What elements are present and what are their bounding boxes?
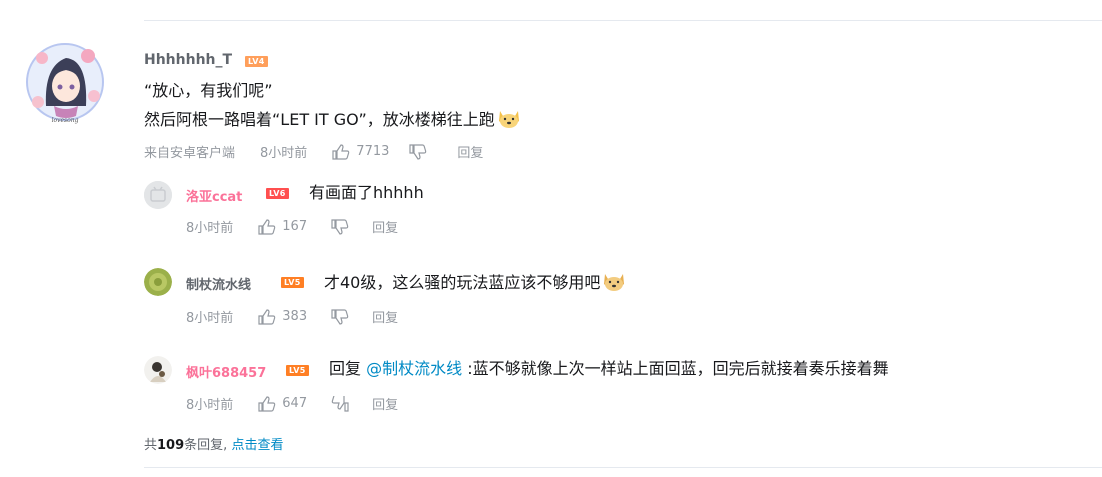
mention-link[interactable]: @制杖流水线 (366, 359, 462, 378)
like-count: 383 (282, 309, 308, 324)
username[interactable]: Hhhhhhh_T (144, 52, 232, 68)
reply-avatar[interactable] (144, 181, 172, 209)
reply-prefix: 回复 (329, 359, 362, 378)
time-label: 8小时前 (260, 146, 308, 161)
thumb-up-icon (258, 308, 276, 325)
comment-line-1: “放心，有我们呢” (144, 81, 273, 100)
view-more-link[interactable]: 点击查看 (231, 438, 283, 453)
level-badge: LV5 (281, 277, 304, 288)
like-button[interactable]: 167 (258, 218, 308, 235)
level-badge: LV5 (286, 365, 309, 376)
reply-button[interactable]: 回复 (457, 142, 483, 161)
comment-line-2: 然后阿根一路唱着“LET IT GO”，放冰楼梯往上跑 (144, 107, 521, 135)
previous-comment-bottom (144, 0, 1102, 2)
svg-text:lovesong: lovesong (52, 117, 79, 124)
dislike-button[interactable] (331, 218, 349, 235)
thumb-up-icon (332, 143, 350, 160)
reply-text: :蓝不够就像上次一样站上面回蓝，回完后就接着奏乐接着舞 (467, 359, 889, 378)
thumb-down-icon (409, 143, 427, 160)
reply-count: 109 (157, 438, 185, 453)
reply-meta: 8小时前 167 回复 (186, 217, 398, 236)
reply-button[interactable]: 回复 (372, 217, 398, 236)
thumb-down-icon (331, 308, 349, 325)
comment-meta: 来自安卓客户端 8小时前 7713 回复 (144, 142, 483, 161)
doge-emoji-icon (602, 270, 626, 298)
time-label: 8小时前 (186, 311, 234, 326)
thumb-up-icon (258, 395, 276, 412)
reply-text: 才40级，这么骚的玩法蓝应该不够用吧 (324, 273, 601, 292)
reply-avatar[interactable] (144, 356, 172, 384)
time-label: 8小时前 (186, 398, 234, 413)
reply-meta: 8小时前 383 回复 (186, 307, 398, 326)
more-replies: 共109条回复, 点击查看 (144, 434, 283, 453)
bottom-divider (144, 467, 1102, 468)
reply-username[interactable]: 枫叶688457 (186, 362, 266, 381)
reply-text: 有画面了hhhhh (309, 183, 424, 202)
user-avatar[interactable]: lovesong (24, 36, 106, 128)
reply-meta: 8小时前 647 回复 (186, 394, 398, 413)
reply-username[interactable]: 制杖流水线 (186, 274, 251, 293)
like-count: 167 (282, 219, 308, 234)
reply-button[interactable]: 回复 (372, 394, 398, 413)
top-divider (144, 20, 1102, 21)
thumb-down-icon (331, 218, 349, 235)
reply-username[interactable]: 洛亚ccat (186, 186, 242, 205)
more-prefix: 共 (144, 438, 158, 453)
reply-text-line: 回复 @制杖流水线 :蓝不够就像上次一样站上面回蓝，回完后就接着奏乐接着舞 (329, 358, 889, 380)
like-count: 647 (282, 396, 308, 411)
like-button[interactable]: 647 (258, 395, 308, 412)
dislike-button[interactable] (331, 308, 349, 325)
dislike-button[interactable] (409, 143, 427, 160)
dislike-button[interactable] (331, 395, 349, 412)
tv-default-avatar-icon (144, 181, 172, 209)
doge-emoji-icon (497, 107, 521, 135)
more-suffix: 条回复, (184, 438, 228, 453)
like-button[interactable]: 7713 (332, 143, 390, 160)
time-label: 8小时前 (186, 221, 234, 236)
reply-avatar[interactable] (144, 268, 172, 296)
source-label: 来自安卓客户端 (144, 146, 236, 161)
thumb-up-icon (258, 218, 276, 235)
reply-button[interactable]: 回复 (372, 307, 398, 326)
level-badge: LV6 (266, 188, 289, 199)
like-button[interactable]: 383 (258, 308, 308, 325)
thumb-down-icon (331, 395, 349, 412)
level-badge: LV4 (245, 56, 268, 67)
comment-line-2-text: 然后阿根一路唱着“LET IT GO”，放冰楼梯往上跑 (144, 110, 495, 129)
reply-text-line: 才40级，这么骚的玩法蓝应该不够用吧 (324, 270, 626, 298)
like-count: 7713 (356, 144, 390, 159)
